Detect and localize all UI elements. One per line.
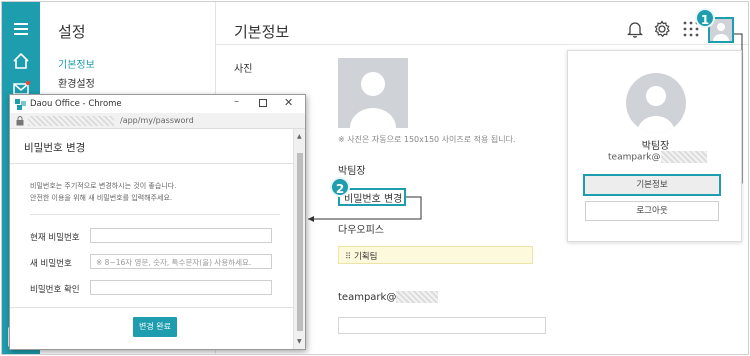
extra-info-field[interactable]	[338, 317, 546, 334]
password-change-window: Daou Office - Chrome – ✕ /app/my/passwor…	[9, 94, 306, 350]
menu-icon[interactable]	[12, 20, 30, 38]
card-avatar	[626, 73, 686, 133]
window-titlebar: Daou Office - Chrome – ✕	[10, 95, 305, 113]
name-value: 박팀장	[338, 166, 366, 177]
scroll-down-icon[interactable]: ▼	[297, 338, 302, 345]
settings-title: 설정	[58, 23, 86, 41]
card-logout-button[interactable]: 로그아웃	[585, 201, 719, 221]
photo-size-note: ※ 사진은 자동으로 150x150 사이즈로 적용 됩니다.	[338, 135, 516, 144]
team-tag: ⠿ 기획팀	[338, 246, 533, 264]
card-avatar-icon	[637, 86, 675, 133]
step-badge-1: 1	[695, 8, 715, 28]
photo-label: 사진	[234, 64, 253, 75]
email-prefix: teampark@	[338, 292, 397, 303]
minimize-icon[interactable]: –	[234, 96, 239, 107]
heading-divider	[10, 163, 293, 164]
profile-photo[interactable]	[338, 58, 408, 128]
confirm-password-input[interactable]	[90, 280, 272, 295]
bell-icon[interactable]	[627, 20, 643, 38]
email-value: teampark@	[338, 291, 439, 303]
card-user-id: teampark@	[608, 151, 707, 163]
app-logo-icon	[15, 99, 26, 110]
footer-divider	[10, 307, 293, 308]
scroll-up-icon[interactable]: ▲	[297, 133, 302, 140]
password-heading: 비밀번호 변경	[24, 142, 86, 154]
sidebar-item-basic-info[interactable]: 기본정보	[58, 56, 95, 71]
card-user-id-masked	[660, 151, 707, 163]
window-title: Daou Office - Chrome	[30, 99, 122, 109]
profile-photo-placeholder-icon	[350, 72, 396, 128]
notification-dot	[25, 80, 30, 86]
url-path: /app/my/password	[120, 116, 194, 125]
connector-arrow-2	[308, 196, 422, 222]
close-icon[interactable]: ✕	[284, 96, 293, 109]
current-password-label: 현재 비밀번호	[30, 233, 80, 243]
lock-icon	[16, 116, 24, 126]
confirm-password-label: 비밀번호 확인	[30, 285, 80, 295]
address-bar[interactable]: /app/my/password	[10, 113, 305, 129]
window-content: 비밀번호 변경 비밀번호는 주기적으로 변경하시는 것이 좋습니다. 안전한 이…	[10, 129, 293, 349]
new-password-label: 새 비밀번호	[30, 259, 72, 269]
new-password-input[interactable]: ※ 8~16자 영문, 숫자, 특수문자(을) 사용하세요.	[90, 254, 272, 269]
card-user-id-prefix: teampark@	[608, 152, 661, 163]
password-desc-line2: 안전한 이용을 위해 새 비밀번호를 입력해주세요.	[30, 194, 173, 202]
window-scrollbar[interactable]: ▲ ▼	[293, 129, 305, 349]
card-basic-info-button[interactable]: 기본정보	[583, 174, 721, 196]
email-domain-masked	[396, 291, 439, 303]
header-divider	[216, 44, 748, 45]
password-desc-line1: 비밀번호는 주기적으로 변경하시는 것이 좋습니다.	[30, 182, 177, 190]
url-host-masked	[28, 116, 114, 126]
page-title: 기본정보	[234, 23, 290, 41]
desc-divider	[30, 214, 280, 215]
profile-popup-card: 박팀장 teampark@ 기본정보 로그아웃	[567, 50, 742, 242]
maximize-icon[interactable]	[259, 99, 267, 107]
sidebar-item-preferences[interactable]: 환경설정	[58, 75, 95, 90]
submit-password-button[interactable]: 변경 완료	[133, 317, 177, 337]
current-password-input[interactable]	[90, 228, 272, 243]
card-user-name: 박팀장	[641, 141, 670, 152]
scrollbar-thumb[interactable]	[297, 153, 303, 331]
app-frame: 설정 기본정보 환경설정 기본정보 1 사진 ※ 사진은 자동으로 150x15…	[1, 1, 749, 355]
drag-handle-icon: ⠿	[345, 252, 352, 262]
gear-icon[interactable]	[653, 20, 671, 38]
home-icon[interactable]	[12, 52, 30, 70]
team-name: 기획팀	[353, 252, 378, 262]
